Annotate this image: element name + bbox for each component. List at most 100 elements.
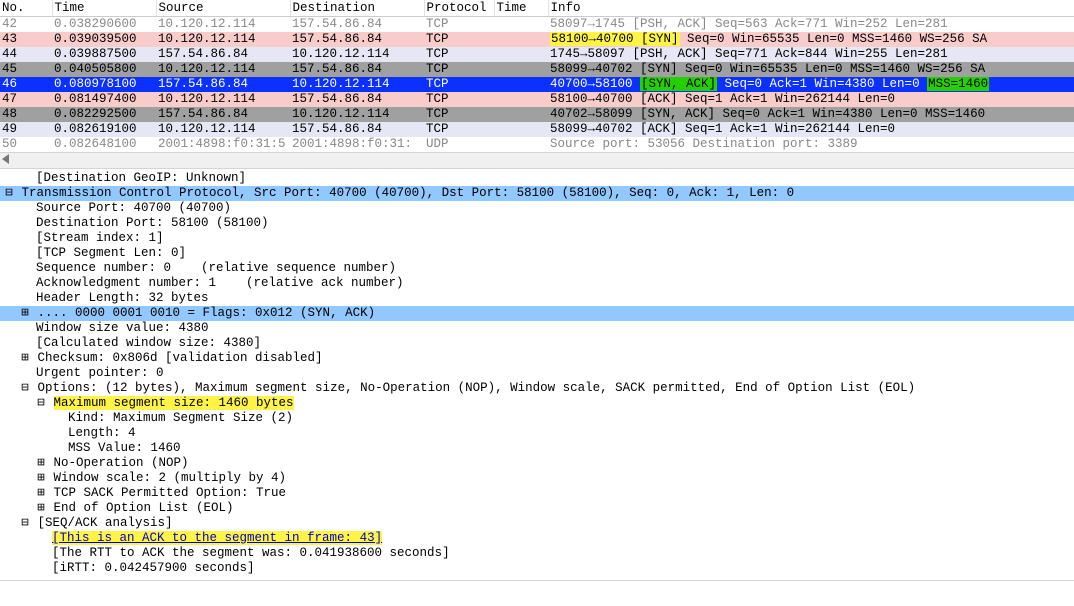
detail-sack-perm[interactable]: ⊞ TCP SACK Permitted Option: True <box>0 486 1074 501</box>
table-row[interactable]: 48 0.082292500 157.54.86.84 10.120.12.11… <box>0 107 1074 122</box>
detail-ack-no[interactable]: Acknowledgment number: 1 (relative ack n… <box>0 276 1074 291</box>
cell-t2 <box>494 32 548 47</box>
detail-calc-win[interactable]: [Calculated window size: 4380] <box>0 336 1074 351</box>
col-time[interactable]: Time <box>52 0 156 17</box>
tree-expand-icon[interactable]: ⊞ <box>36 471 46 486</box>
cell-time: 0.082292500 <box>52 107 156 122</box>
ack-to-frame-no[interactable]: 43 <box>360 531 375 545</box>
detail-rtt[interactable]: [The RTT to ACK the segment was: 0.04193… <box>0 546 1074 561</box>
detail-mss[interactable]: ⊟ Maximum segment size: 1460 bytes <box>0 396 1074 411</box>
scroll-left-icon[interactable] <box>2 154 9 164</box>
detail-tcp-root[interactable]: ⊟ Transmission Control Protocol, Src Por… <box>0 186 1074 201</box>
tree-collapse-icon[interactable]: ⊟ <box>20 516 30 531</box>
ack-to-highlight: [This is an ACK to the segment in frame:… <box>52 531 382 545</box>
cell-info: 58099→40702 [SYN] Seq=0 Win=65535 Len=0 … <box>548 62 1074 77</box>
detail-options[interactable]: ⊟ Options: (12 bytes), Maximum segment s… <box>0 381 1074 396</box>
cell-dst: 157.54.86.84 <box>290 92 424 107</box>
horizontal-scrollbar[interactable] <box>0 152 1074 169</box>
col-proto[interactable]: Protocol <box>424 0 494 17</box>
col-dst[interactable]: Destination <box>290 0 424 17</box>
mss-highlight: Maximum segment size: 1460 bytes <box>54 396 294 410</box>
tree-expand-icon[interactable]: ⊞ <box>20 306 30 321</box>
detail-seq-no[interactable]: Sequence number: 0 (relative sequence nu… <box>0 261 1074 276</box>
cell-info: 58100→40700 [ACK] Seq=1 Ack=1 Win=262144… <box>548 92 1074 107</box>
info-synack: [SYN, ACK] <box>640 77 717 91</box>
col-time2[interactable]: Time <box>494 0 548 17</box>
cell-t2 <box>494 137 548 152</box>
info-highlight: 58100→40700 [SYN] <box>550 32 680 46</box>
cell-t2 <box>494 62 548 77</box>
tree-collapse-icon[interactable]: ⊟ <box>36 396 46 411</box>
detail-mss-kind[interactable]: Kind: Maximum Segment Size (2) <box>0 411 1074 426</box>
cell-proto: TCP <box>424 92 494 107</box>
detail-flags[interactable]: ⊞ .... 0000 0001 0010 = Flags: 0x012 (SY… <box>0 306 1074 321</box>
cell-no: 44 <box>0 47 52 62</box>
table-row[interactable]: 44 0.039887500 157.54.86.84 10.120.12.11… <box>0 47 1074 62</box>
packet-detail-tree[interactable]: [Destination GeoIP: Unknown] ⊟ Transmiss… <box>0 169 1074 581</box>
detail-urgent-ptr[interactable]: Urgent pointer: 0 <box>0 366 1074 381</box>
cell-t2 <box>494 47 548 62</box>
cell-time: 0.040505800 <box>52 62 156 77</box>
cell-t2 <box>494 17 548 33</box>
cell-t2 <box>494 107 548 122</box>
cell-dst: 10.120.12.114 <box>290 47 424 62</box>
tree-expand-icon[interactable]: ⊞ <box>36 456 46 471</box>
cell-dst: 10.120.12.114 <box>290 107 424 122</box>
column-headers[interactable]: No. Time Source Destination Protocol Tim… <box>0 0 1074 17</box>
detail-ack-to-frame[interactable]: [This is an ACK to the segment in frame:… <box>0 531 1074 546</box>
cell-no: 42 <box>0 17 52 33</box>
detail-dst-port[interactable]: Destination Port: 58100 (58100) <box>0 216 1074 231</box>
cell-no: 43 <box>0 32 52 47</box>
tree-expand-icon[interactable]: ⊞ <box>36 486 46 501</box>
detail-header-len[interactable]: Header Length: 32 bytes <box>0 291 1074 306</box>
detail-mss-length[interactable]: Length: 4 <box>0 426 1074 441</box>
table-row-selected[interactable]: 46 0.080978100 157.54.86.84 10.120.12.11… <box>0 77 1074 92</box>
cell-proto: UDP <box>424 137 494 152</box>
detail-tcp-seg-len[interactable]: [TCP Segment Len: 0] <box>0 246 1074 261</box>
detail-nop[interactable]: ⊞ No-Operation (NOP) <box>0 456 1074 471</box>
ack-to-close[interactable]: ] <box>375 531 383 545</box>
detail-win-size[interactable]: Window size value: 4380 <box>0 321 1074 336</box>
col-src[interactable]: Source <box>156 0 290 17</box>
detail-irtt[interactable]: [iRTT: 0.042457900 seconds] <box>0 561 1074 576</box>
cell-proto: TCP <box>424 17 494 33</box>
table-row[interactable]: 42 0.038290600 10.120.12.114 157.54.86.8… <box>0 17 1074 33</box>
cell-dst: 10.120.12.114 <box>290 77 424 92</box>
col-info[interactable]: Info <box>548 0 1074 17</box>
ack-to-link-text[interactable]: [This is an ACK to the segment in frame: <box>52 531 360 545</box>
detail-mss-value[interactable]: MSS Value: 1460 <box>0 441 1074 456</box>
cell-no: 49 <box>0 122 52 137</box>
cell-src: 2001:4898:f0:31:5 <box>156 137 290 152</box>
detail-stream-index[interactable]: [Stream index: 1] <box>0 231 1074 246</box>
col-no[interactable]: No. <box>0 0 52 17</box>
tree-collapse-icon[interactable]: ⊟ <box>4 186 14 201</box>
cell-src: 10.120.12.114 <box>156 92 290 107</box>
detail-checksum[interactable]: ⊞ Checksum: 0x806d [validation disabled] <box>0 351 1074 366</box>
table-row[interactable]: 47 0.081497400 10.120.12.114 157.54.86.8… <box>0 92 1074 107</box>
cell-no: 48 <box>0 107 52 122</box>
detail-src-port[interactable]: Source Port: 40700 (40700) <box>0 201 1074 216</box>
table-row[interactable]: 49 0.082619100 10.120.12.114 157.54.86.8… <box>0 122 1074 137</box>
table-row[interactable]: 45 0.040505800 10.120.12.114 157.54.86.8… <box>0 62 1074 77</box>
cell-dst: 157.54.86.84 <box>290 32 424 47</box>
tree-expand-icon[interactable]: ⊞ <box>20 351 30 366</box>
table-row[interactable]: 43 0.039039500 10.120.12.114 157.54.86.8… <box>0 32 1074 47</box>
cell-no: 50 <box>0 137 52 152</box>
tree-collapse-icon[interactable]: ⊟ <box>20 381 30 396</box>
cell-info: 58099→40702 [ACK] Seq=1 Ack=1 Win=262144… <box>548 122 1074 137</box>
cell-time: 0.039887500 <box>52 47 156 62</box>
cell-time: 0.080978100 <box>52 77 156 92</box>
detail-window-scale[interactable]: ⊞ Window scale: 2 (multiply by 4) <box>0 471 1074 486</box>
detail-eol[interactable]: ⊞ End of Option List (EOL) <box>0 501 1074 516</box>
detail-seqack-analysis[interactable]: ⊟ [SEQ/ACK analysis] <box>0 516 1074 531</box>
cell-time: 0.081497400 <box>52 92 156 107</box>
cell-t2 <box>494 122 548 137</box>
tree-expand-icon[interactable]: ⊞ <box>36 501 46 516</box>
cell-t2 <box>494 92 548 107</box>
table-row[interactable]: 50 0.082648100 2001:4898:f0:31:5 2001:48… <box>0 137 1074 152</box>
detail-geoip[interactable]: [Destination GeoIP: Unknown] <box>0 171 1074 186</box>
cell-dst: 157.54.86.84 <box>290 122 424 137</box>
info-tail: Seq=0 Win=65535 Len=0 MSS=1460 WS=256 SA <box>680 32 988 46</box>
cell-no: 45 <box>0 62 52 77</box>
packet-list-table[interactable]: No. Time Source Destination Protocol Tim… <box>0 0 1074 152</box>
